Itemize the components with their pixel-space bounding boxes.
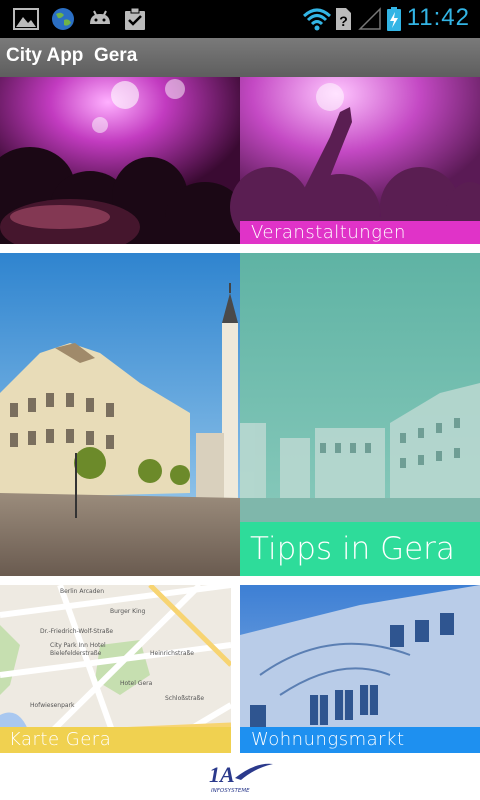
tile-city-photo[interactable] xyxy=(0,253,240,576)
label-tips: Tipps in Gera xyxy=(240,522,480,576)
map-label-8: Schloßstraße xyxy=(165,695,204,702)
label-map: Karte Gera xyxy=(0,727,231,753)
tile-housing[interactable]: Wohnungsmarkt xyxy=(240,585,480,753)
picture-icon xyxy=(13,8,39,30)
clipboard-check-icon xyxy=(125,7,145,30)
logo-subtext: INFOSYSTEME xyxy=(211,788,250,794)
infosysteme-logo: 1A INFOSYSTEME xyxy=(209,762,273,794)
map-label-2: Dr.-Friedrich-Wolf-Straße xyxy=(40,628,113,635)
tile-events[interactable]: Veranstaltungen xyxy=(0,77,480,244)
tile-map[interactable]: Berlin Arcaden Burger King Dr.-Friedrich… xyxy=(0,585,231,753)
label-housing: Wohnungsmarkt xyxy=(240,727,480,753)
map-label-3: City Park Inn Hotel xyxy=(50,642,106,649)
map-label-4: Bielefelderstraße xyxy=(50,650,102,657)
svg-text:?: ? xyxy=(339,13,348,29)
unknown-sim-icon: ? xyxy=(336,8,351,30)
battery-charging-icon xyxy=(387,7,401,31)
logo-text: 1A xyxy=(209,762,235,787)
concert-image xyxy=(0,77,480,244)
app-title: City App Gera xyxy=(6,45,138,66)
action-bar: City App Gera xyxy=(0,38,480,77)
map-label-7: Hofwiesenpark xyxy=(30,702,75,709)
tile-tips[interactable]: Tipps in Gera xyxy=(240,253,480,576)
globe-icon xyxy=(52,8,74,30)
city-square-image xyxy=(0,253,240,576)
map-label-1: Burger King xyxy=(110,608,146,615)
wifi-icon xyxy=(302,8,332,31)
android-icon xyxy=(90,10,110,24)
map-label-6: Heinrichstraße xyxy=(150,650,194,657)
clock: 11:42 xyxy=(406,4,470,31)
map-label-0: Berlin Arcaden xyxy=(60,588,104,595)
no-signal-icon xyxy=(358,7,381,30)
status-bar: ? 11:42 xyxy=(0,0,480,38)
map-label-5: Hotel Gera xyxy=(120,680,153,687)
label-events: Veranstaltungen xyxy=(240,221,480,244)
